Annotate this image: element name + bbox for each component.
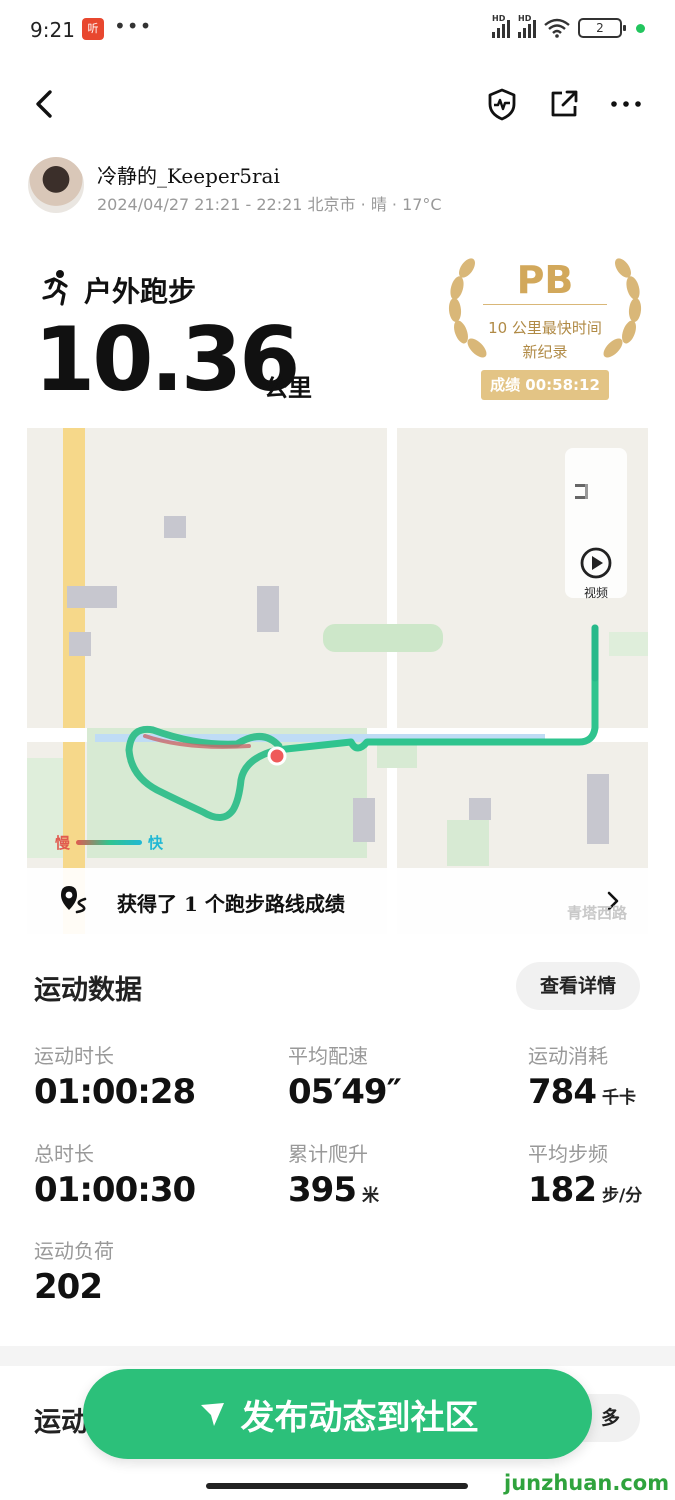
- watermark: junzhuan.com: [504, 1471, 670, 1495]
- distance-unit: 公里: [264, 374, 312, 402]
- pb-score: 成绩 00:58:12: [481, 370, 609, 400]
- stat-value-cadence: 182 步/分: [528, 1170, 642, 1210]
- stat-label-calories: 运动消耗: [528, 1044, 608, 1068]
- status-time: 9:21: [30, 18, 75, 42]
- cadence-value: 182: [528, 1170, 597, 1210]
- stat-label-elevation: 累计爬升: [288, 1142, 368, 1166]
- video-label: 视频: [583, 586, 608, 600]
- legend-fast-label: 快: [148, 834, 164, 852]
- username[interactable]: 冷静的_Keeper5rai: [97, 160, 280, 189]
- send-arrow-icon: [200, 1403, 224, 1426]
- activity-type: 户外跑步: [84, 275, 197, 308]
- top-navigation: [0, 80, 675, 130]
- running-icon: [42, 270, 68, 306]
- battery-icon: 2: [578, 18, 626, 38]
- running-route-line: [125, 624, 599, 821]
- pb-badge[interactable]: PB 10 公里最快时间 新纪录 成绩 00:58:12: [441, 252, 649, 404]
- back-button[interactable]: [26, 84, 66, 124]
- street-name-label: 青塔西路: [567, 904, 628, 922]
- stat-label-load: 运动负荷: [34, 1239, 114, 1263]
- activity-meta: 2024/04/27 21:21 - 22:21 北京市 · 晴 · 17°C: [97, 195, 442, 214]
- lower-section-title: 运动: [34, 1407, 88, 1438]
- play-video-icon: [580, 547, 612, 579]
- more-options-icon[interactable]: [608, 86, 644, 122]
- status-bar: 9:21 听 ••• HD HD 2: [0, 0, 675, 62]
- stat-value-load: 202: [34, 1267, 103, 1307]
- stat-label-total-duration: 总时长: [34, 1142, 94, 1166]
- compass-icon: [575, 484, 588, 499]
- wifi-icon: [544, 18, 570, 38]
- pb-line2: 新纪录: [522, 343, 568, 361]
- cellular-signal-icon: HD: [492, 14, 510, 38]
- pb-title: PB: [516, 258, 574, 302]
- stats-section-title: 运动数据: [34, 975, 142, 1006]
- video-button[interactable]: 视频: [565, 448, 627, 600]
- pb-line1: 10 公里最快时间: [488, 319, 602, 337]
- cellular-signal-icon-2: HD: [518, 14, 536, 38]
- view-details-button[interactable]: 查看详情: [516, 962, 640, 1010]
- elevation-unit: 米: [361, 1186, 379, 1206]
- avatar[interactable]: [28, 157, 84, 213]
- route-map[interactable]: 视频 慢 快 获得了 1 个跑步路线成绩 青塔西路: [27, 428, 648, 934]
- stat-value-calories: 784 千卡: [528, 1072, 636, 1112]
- distance-value: 10.36: [34, 308, 300, 411]
- more-notifications-icon: •••: [114, 14, 153, 38]
- privacy-indicator-icon: [636, 23, 645, 33]
- pace-gradient-bar: [76, 840, 143, 845]
- cadence-unit: 步/分: [601, 1186, 643, 1206]
- stat-label-duration: 运动时长: [34, 1044, 114, 1068]
- section-divider: [0, 1346, 675, 1366]
- stat-value-pace: 05′49″: [288, 1072, 402, 1112]
- route-pin-icon: [61, 886, 87, 914]
- route-achievement-text: 获得了 1 个跑步路线成绩: [117, 892, 345, 916]
- home-indicator[interactable]: [206, 1483, 468, 1489]
- calories-value: 784: [528, 1072, 597, 1112]
- shield-heartbeat-icon[interactable]: [484, 86, 520, 122]
- pb-description: 10 公里最快时间 新纪录: [441, 316, 649, 364]
- stat-label-cadence: 平均步频: [528, 1142, 608, 1166]
- calories-unit: 千卡: [601, 1088, 636, 1108]
- pace-legend: 慢 快: [55, 832, 163, 853]
- stat-value-total-duration: 01:00:30: [34, 1170, 196, 1210]
- music-app-icon: 听: [82, 18, 104, 40]
- publish-to-community-button[interactable]: 发布动态到社区: [83, 1369, 592, 1459]
- stat-value-duration: 01:00:28: [34, 1072, 196, 1112]
- stat-label-pace: 平均配速: [288, 1044, 368, 1068]
- legend-slow-label: 慢: [55, 834, 71, 852]
- share-icon[interactable]: [546, 86, 582, 122]
- route-achievement-banner[interactable]: 获得了 1 个跑步路线成绩: [27, 868, 648, 934]
- pb-divider: [483, 304, 607, 305]
- status-indicators: HD HD 2: [492, 14, 645, 38]
- publish-button-label: 发布动态到社区: [240, 1397, 479, 1438]
- stat-value-elevation: 395 米: [288, 1170, 379, 1210]
- elevation-value: 395: [288, 1170, 357, 1210]
